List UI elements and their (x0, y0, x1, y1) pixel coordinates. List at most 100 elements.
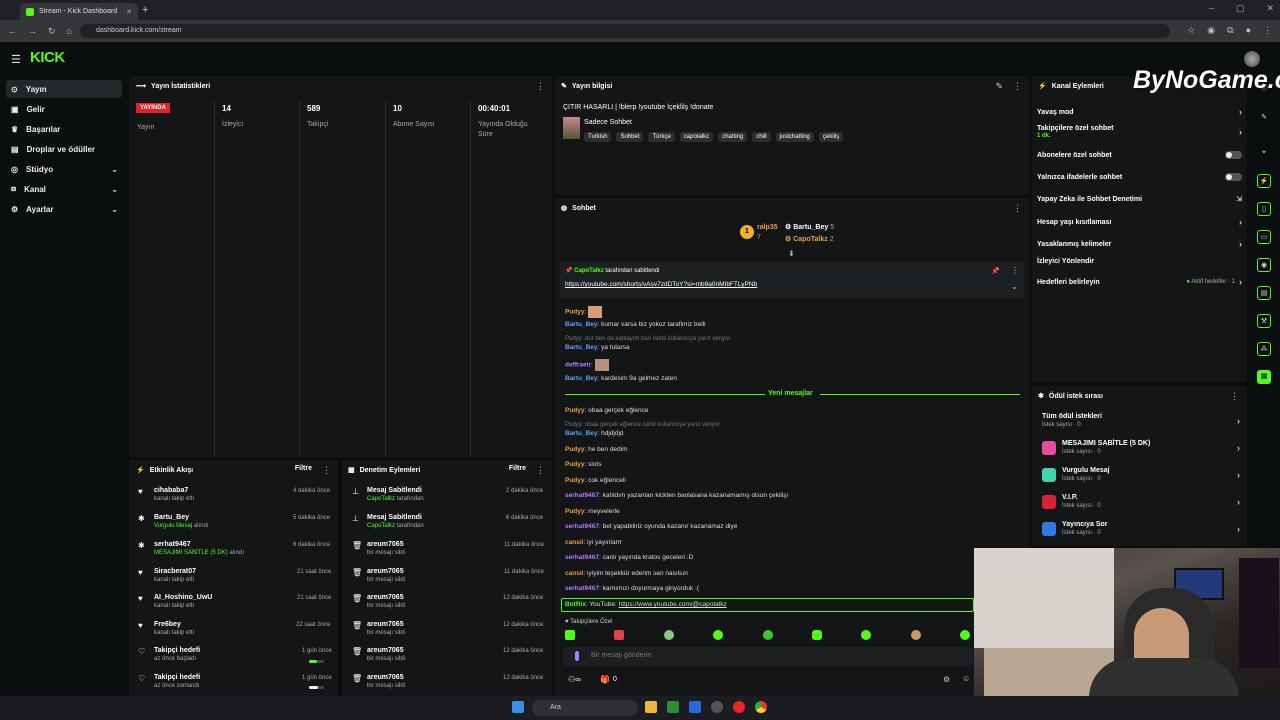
reload-icon[interactable]: ↻ (48, 26, 56, 37)
viewers-link-icon[interactable]: ⚇∞ (568, 675, 581, 684)
chat-message[interactable]: serhat9467: canlı yayında kratos geceler… (565, 554, 693, 561)
gift-icon[interactable]: 🎁 (600, 675, 610, 684)
followers-only-row[interactable]: Takipçilere özel sohbet 1 dk. › (1037, 125, 1242, 139)
gifter-name[interactable]: ⚙ Bartu_Bey 5 (785, 223, 834, 231)
reward-item[interactable]: Yayıncıya Sor İstek sayısı · 0 › (1042, 521, 1240, 536)
chat-message[interactable]: Pudyy: (565, 306, 603, 318)
emote-icon[interactable] (614, 630, 625, 640)
account-age-row[interactable]: Hesap yaşı kısıtlaması › (1037, 217, 1242, 227)
slow-mode-row[interactable]: Yavaş mod › (1037, 107, 1242, 117)
broadcast-icon[interactable]: ◉ (1257, 258, 1271, 272)
activity-item[interactable]: serhat9467 MESAJIMI SABİTLE (5 DK) alındı (154, 541, 244, 556)
chat-icon[interactable]: ▭ (1257, 230, 1271, 244)
app-icon[interactable] (689, 701, 701, 713)
chat-message[interactable]: serhat9467: katıldım yazanları kickten b… (565, 492, 788, 499)
chat-message[interactable]: serhat9467: bet yapabiliriz oyunda kazan… (565, 523, 737, 530)
activity-filter[interactable]: Filtre (295, 465, 312, 472)
minimize-icon[interactable]: – (1209, 3, 1214, 14)
reward-menu-icon[interactable]: ⋮ (1230, 391, 1239, 402)
maximize-icon[interactable]: ▢ (1236, 3, 1245, 14)
info-icon[interactable]: ⓘ (1257, 82, 1271, 96)
reward-item[interactable]: V.I.P. İstek sayısı · 0 › (1042, 494, 1240, 509)
media-icon[interactable] (733, 701, 745, 713)
collapse-icon[interactable]: ⇟ (788, 249, 795, 258)
obs-icon[interactable] (711, 701, 723, 713)
chat-menu-icon[interactable]: ⋮ (1013, 203, 1022, 214)
emote-only-toggle[interactable] (1225, 173, 1242, 181)
moderation-item[interactable]: areum7065 bir mesajı sildi (367, 541, 405, 556)
category-name[interactable]: Sadece Sohbet (584, 119, 632, 126)
sidebar-item-kanal[interactable]: ⧈ Kanal ⌄ (6, 180, 122, 198)
user-avatar[interactable] (1244, 51, 1260, 67)
moderation-filter[interactable]: Filtre (509, 465, 526, 472)
emote-icon[interactable] (565, 630, 575, 640)
sidebar-item-studyo[interactable]: ◎ Stüdyo ⌄ (6, 160, 122, 178)
sidebar-item-droplar[interactable]: ▤ Droplar ve ödüller (6, 140, 122, 158)
emote-icon[interactable] (960, 630, 970, 640)
grid-icon[interactable]: ▦ (1257, 370, 1271, 384)
chevron-down-icon[interactable]: ⌄ (1011, 282, 1018, 291)
activity-item[interactable]: Fre6bey kanalı takip etti (154, 621, 194, 636)
tag[interactable]: justchatting (775, 132, 814, 142)
activity-item[interactable]: Siracberat07 kanalı takip etti (154, 568, 196, 583)
folder-icon[interactable] (645, 701, 657, 713)
activity-item[interactable]: Takipçi hedefi az önce başladı (154, 647, 200, 662)
excel-icon[interactable] (667, 701, 679, 713)
emote-icon[interactable] (663, 630, 674, 640)
chrome-icon[interactable] (755, 701, 767, 713)
stream-info-menu-icon[interactable]: ⋮ (1013, 81, 1022, 92)
menu-icon[interactable]: ☰ (11, 53, 21, 66)
moderation-item[interactable]: areum7065 bir mesajı sildi (367, 621, 405, 636)
pinned-menu-icon[interactable]: ⋮ (1011, 266, 1019, 275)
moderation-item[interactable]: areum7065 bir mesajı sildi (367, 594, 405, 609)
moderation-item[interactable]: areum7065 bir mesajı sildi (367, 674, 405, 689)
subs-only-row[interactable]: Abonelere özel sohbet (1037, 151, 1242, 159)
bolt-icon[interactable]: ⚡ (1257, 174, 1271, 188)
chat-message[interactable]: BotRix: YouTube: https://www.youtube.com… (565, 601, 727, 608)
extension-icon[interactable]: ◉ (1207, 25, 1215, 36)
tag[interactable]: Turkish (584, 132, 612, 142)
activity-item[interactable]: cihababa7 kanalı takip etti (154, 487, 194, 502)
tag[interactable]: chill (752, 132, 771, 142)
banned-words-row[interactable]: Yasaklanmış kelimeler › (1037, 239, 1242, 249)
subs-only-toggle[interactable] (1225, 151, 1242, 159)
sidebar-item-basarilar[interactable]: ♛ Başarılar (6, 120, 122, 138)
wrench-icon[interactable]: ⚒ (1257, 314, 1271, 328)
sidebar-item-ayarlar[interactable]: ⚙ Ayarlar ⌄ (6, 200, 122, 218)
moderation-item[interactable]: Mesaj Sabitlendi CapoTalkz tarafından (367, 514, 424, 529)
reward-item[interactable]: Tüm ödül istekleri İstek sayısı · 0 › (1042, 413, 1240, 428)
taskbar-search[interactable]: Ara (532, 700, 638, 716)
chat-message[interactable]: cansii: iyiyim teşekkür ederim sen nasıl… (565, 570, 688, 577)
chat-message[interactable]: deffraeir: (565, 359, 609, 371)
start-icon[interactable] (512, 701, 524, 713)
emote-icon[interactable] (811, 630, 822, 640)
sidebar-item-gelir[interactable]: ▣ Gelir (6, 100, 122, 118)
raid-row[interactable]: İzleyici Yönlendir (1037, 258, 1242, 265)
emote-only-row[interactable]: Yalnızca ifadelerle sohbet (1037, 173, 1242, 181)
chat-message[interactable]: Pudyy: obaa gerçek eğlence (565, 407, 648, 414)
new-tab-icon[interactable]: + (142, 4, 148, 16)
chat-message[interactable]: Pudyy: he ben dedim (565, 446, 628, 453)
emoji-icon[interactable]: ☺ (962, 674, 970, 683)
chat-message[interactable]: Bartu_Bey: kumar varsa biz yokuz tarafim… (565, 321, 706, 328)
chat-message[interactable]: cansii: iyi yayınlarrr (565, 539, 622, 546)
layout-icon[interactable]: ▤ (1257, 286, 1271, 300)
forward-icon[interactable]: → (28, 26, 37, 36)
stats-menu-icon[interactable]: ⋮ (536, 81, 545, 92)
moderation-menu-icon[interactable]: ⋮ (536, 465, 545, 476)
reward-item[interactable]: Vurgulu Mesaj İstek sayısı · 0 › (1042, 467, 1240, 482)
tag[interactable]: Türkçe (648, 132, 675, 142)
tag[interactable]: Sohbet (616, 132, 644, 142)
close-tab-icon[interactable]: ✕ (126, 8, 132, 16)
moderation-item[interactable]: areum7065 bir mesajı sildi (367, 568, 405, 583)
activity-item[interactable]: Takipçi hedefi az önce sonlandı (154, 674, 200, 689)
gifter-name[interactable]: ralp35 (757, 224, 778, 231)
address-bar[interactable]: dashboard.kick.com/stream (80, 24, 1170, 38)
unpin-icon[interactable]: 📌 (991, 267, 1000, 275)
chat-message[interactable]: Pudyy: slots (565, 461, 602, 468)
kick-logo[interactable]: KICK (30, 49, 65, 66)
edit-icon[interactable]: ✎ (995, 81, 1003, 92)
pinned-link[interactable]: https://youtube.com/shorts/vAsv7zdDToY?s… (565, 281, 757, 288)
back-icon[interactable]: ← (8, 26, 17, 36)
target-icon[interactable]: ⌖ (1257, 146, 1271, 160)
